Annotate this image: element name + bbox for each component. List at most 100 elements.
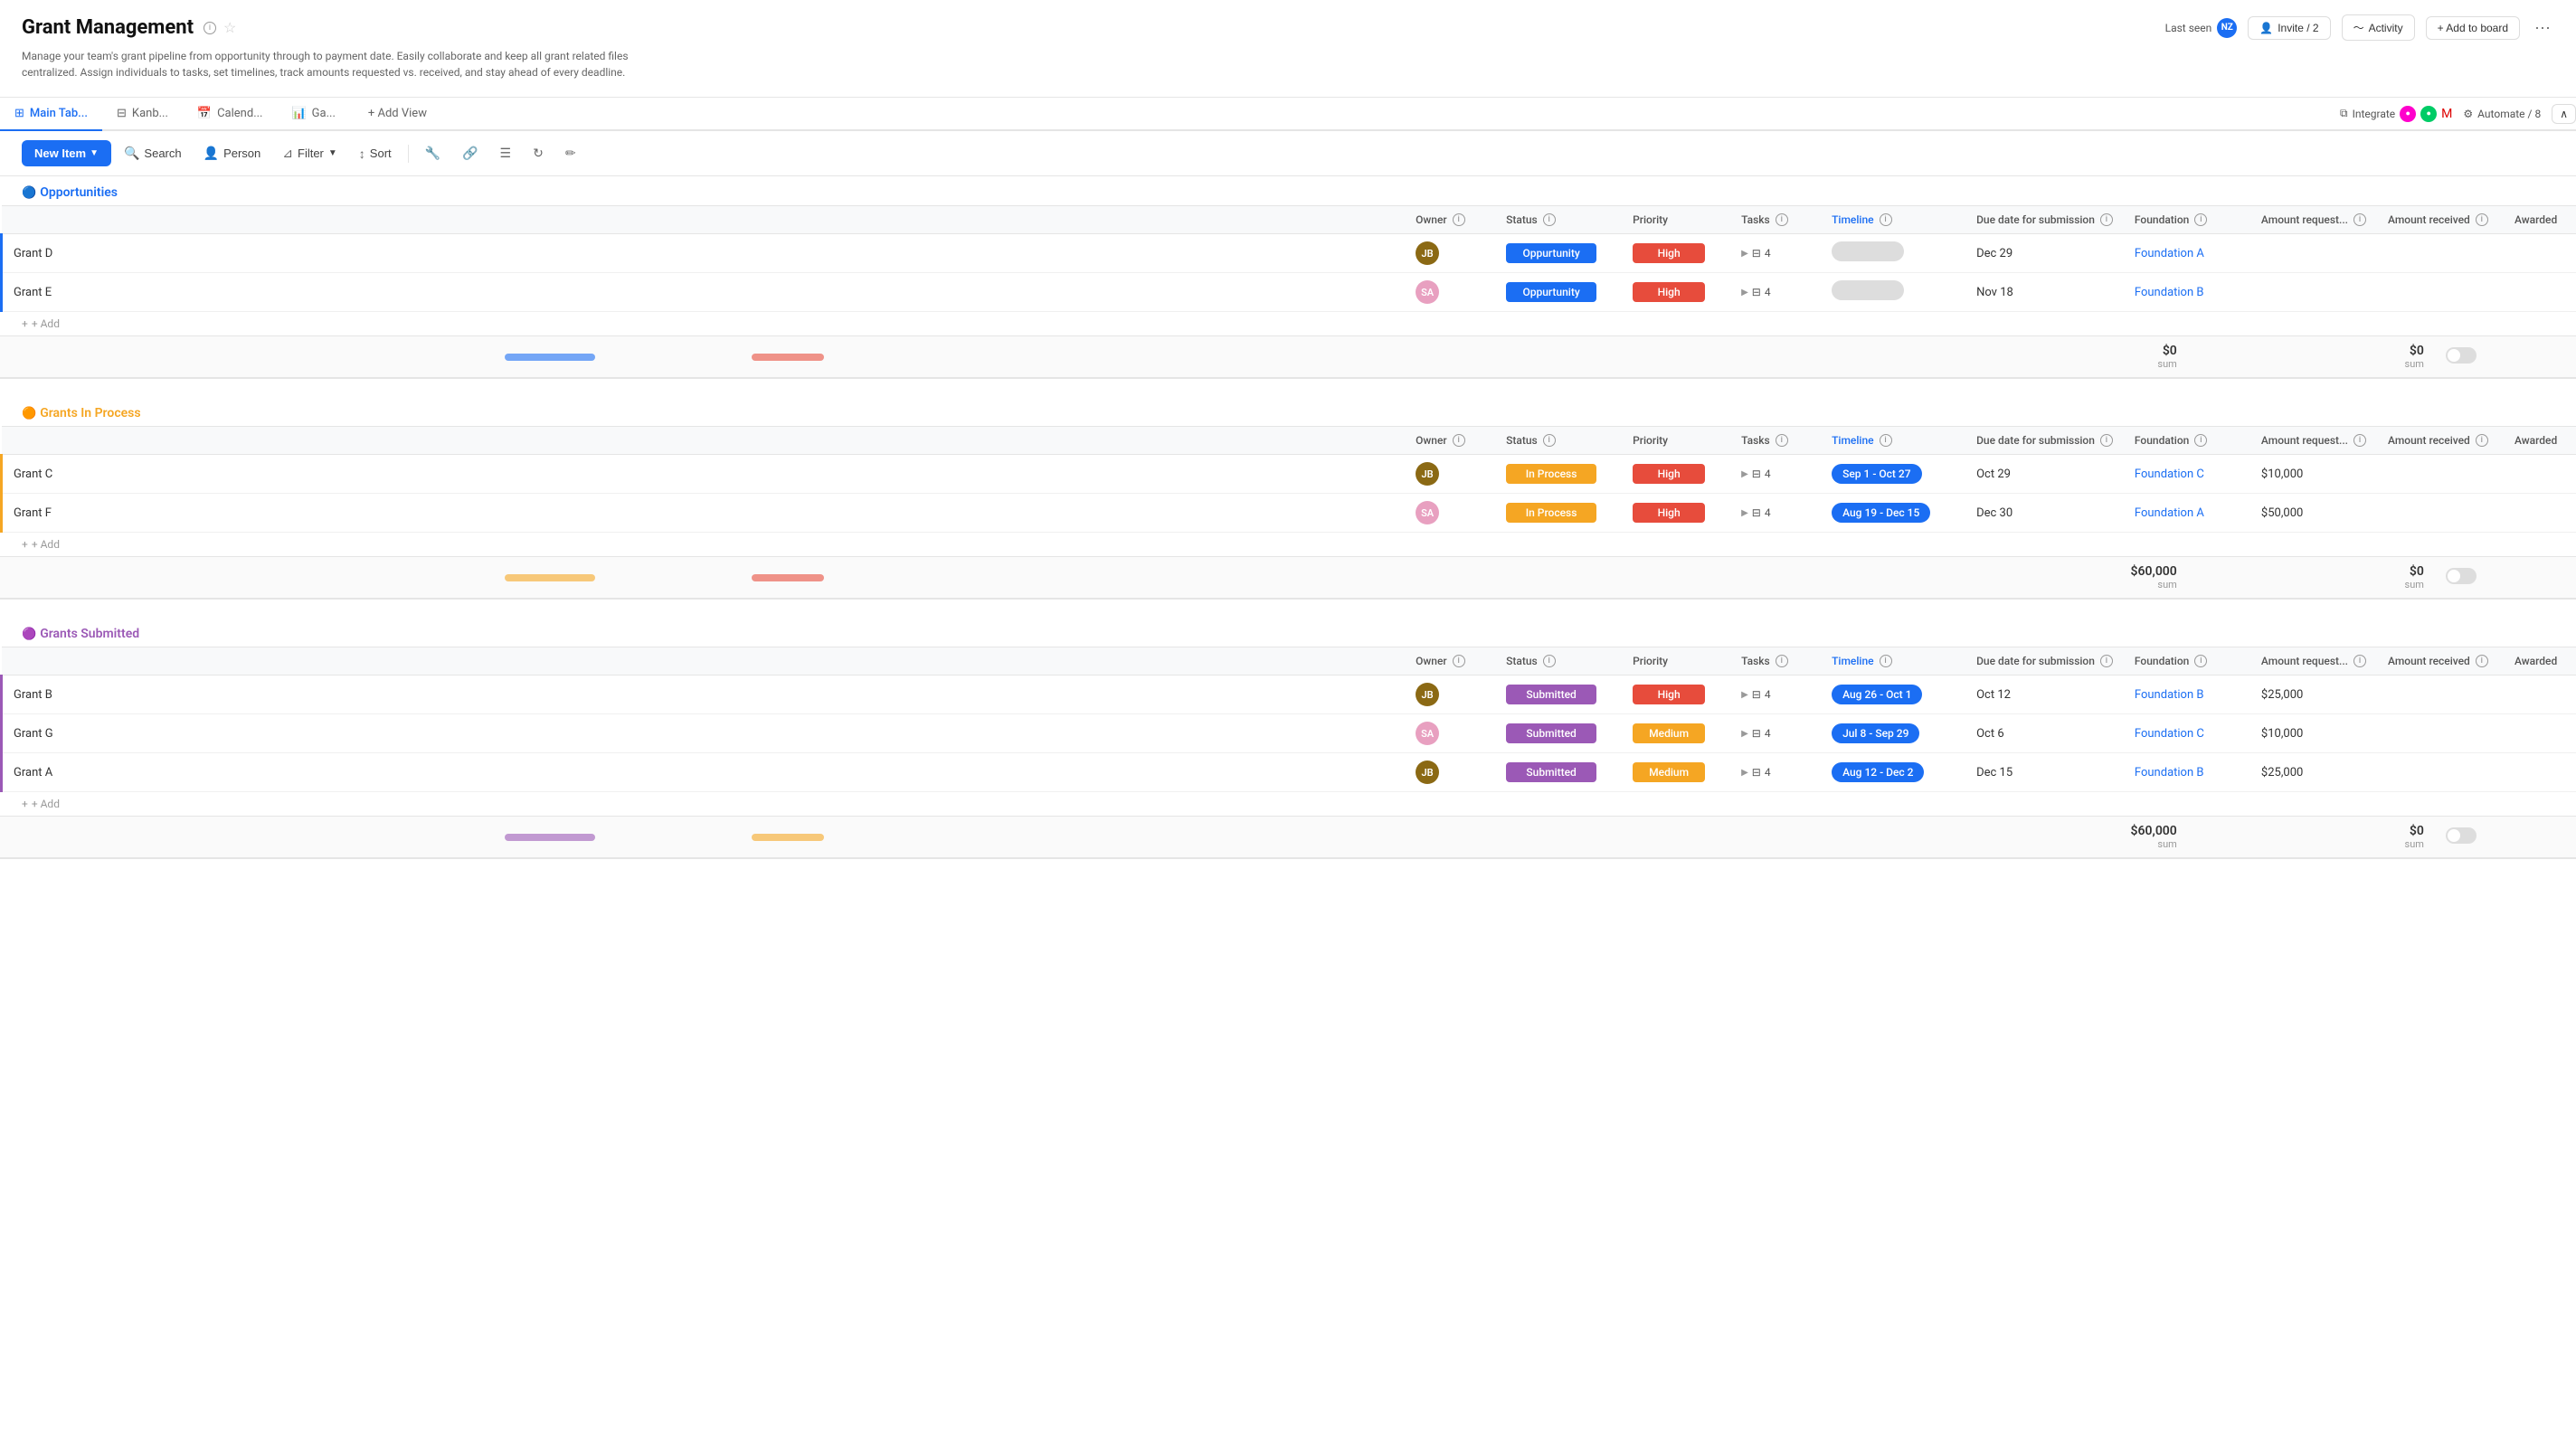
foundation-link[interactable]: Foundation A (2135, 506, 2204, 520)
info-icon[interactable]: i (2100, 655, 2113, 667)
foundation-info-icon[interactable]: i (2194, 213, 2207, 226)
info-icon[interactable]: i (1880, 655, 1892, 667)
section-grants-in-process: 🟠 Grants In Process Owneri Statusi (0, 397, 2576, 600)
task-expand-icon[interactable]: ▶ (1741, 249, 1748, 259)
invite-button[interactable]: 👤 Invite / 2 (2248, 16, 2330, 40)
foundation-link[interactable]: Foundation B (2135, 688, 2204, 702)
task-expand-icon[interactable]: ▶ (1741, 729, 1748, 739)
edit-button[interactable]: ✏ (556, 140, 585, 166)
priority-cell-grant-e[interactable]: High (1622, 273, 1730, 312)
info-icon[interactable]: i (1543, 655, 1556, 667)
new-item-button[interactable]: New Item ▼ (22, 140, 111, 166)
status-cell-grant-e[interactable]: Oppurtunity (1495, 273, 1622, 312)
filter-button[interactable]: ⊿ Filter ▼ (273, 140, 346, 166)
wrench-button[interactable]: 🔧 (416, 140, 450, 166)
priority-cell-grant-f[interactable]: High (1622, 494, 1730, 533)
info-icon[interactable]: i (2476, 655, 2488, 667)
priority-cell-grant-a[interactable]: Medium (1622, 753, 1730, 792)
tasks-cell-grant-c: ▶ ⊟ 4 (1730, 455, 1821, 494)
more-options-button[interactable]: ··· (2531, 14, 2554, 41)
refresh-button[interactable]: ↻ (524, 140, 553, 166)
info-icon[interactable]: i (204, 22, 216, 34)
due-info-icon[interactable]: i (2100, 213, 2113, 226)
tab-calendar[interactable]: 📅 Calend... (183, 98, 278, 131)
status-cell-grant-c[interactable]: In Process (1495, 455, 1622, 494)
status-cell-grant-f[interactable]: In Process (1495, 494, 1622, 533)
priority-cell-grant-d[interactable]: High (1622, 234, 1730, 273)
add-row-submitted[interactable]: + + Add (0, 792, 2576, 816)
status-cell-grant-b[interactable]: Submitted (1495, 675, 1622, 714)
info-icon[interactable]: i (2353, 434, 2366, 447)
foundation-cell-grant-a[interactable]: Foundation B (2124, 753, 2250, 792)
foundation-link[interactable]: Foundation B (2135, 766, 2204, 779)
info-icon[interactable]: i (2100, 434, 2113, 447)
req-info-icon[interactable]: i (2353, 213, 2366, 226)
integrate-button[interactable]: ⧉ Integrate ● ● M (2340, 106, 2452, 122)
footer-row-opportunities: $0 sum $0 sum (0, 336, 2576, 379)
add-row-opportunities[interactable]: + + Add (0, 312, 2576, 335)
collapse-inprocess-button[interactable]: 🟠 (22, 407, 36, 420)
status-cell-grant-g[interactable]: Submitted (1495, 714, 1622, 753)
rows-button[interactable]: ☰ (491, 140, 521, 166)
toggle-awarded-button[interactable] (2446, 827, 2477, 844)
status-cell-grant-d[interactable]: Oppurtunity (1495, 234, 1622, 273)
foundation-cell-grant-f[interactable]: Foundation A (2124, 494, 2250, 533)
tab-gantt[interactable]: 📊 Ga... (277, 98, 349, 131)
foundation-cell-grant-d[interactable]: Foundation A (2124, 234, 2250, 273)
received-info-icon[interactable]: i (2476, 213, 2488, 226)
activity-button[interactable]: 〜 Activity (2342, 14, 2415, 41)
foundation-cell-grant-b[interactable]: Foundation B (2124, 675, 2250, 714)
tasks-info-icon[interactable]: i (1776, 213, 1788, 226)
info-icon[interactable]: i (2353, 655, 2366, 667)
info-icon[interactable]: i (1776, 655, 1788, 667)
info-icon[interactable]: i (2194, 434, 2207, 447)
timeline-info-icon[interactable]: i (1880, 213, 1892, 226)
info-icon[interactable]: i (1453, 434, 1465, 447)
foundation-cell-grant-g[interactable]: Foundation C (2124, 714, 2250, 753)
collapse-opportunities-button[interactable]: 🔵 (22, 186, 36, 200)
info-icon[interactable]: i (1543, 434, 1556, 447)
tab-add-view[interactable]: + Add View (354, 98, 441, 131)
collapse-submitted-button[interactable]: 🟣 (22, 628, 36, 641)
collapse-tabs-button[interactable]: ∧ (2552, 104, 2576, 124)
tab-kanban[interactable]: ⊟ Kanb... (102, 98, 183, 131)
link-button[interactable]: 🔗 (453, 140, 487, 166)
toggle-awarded-button[interactable] (2446, 347, 2477, 364)
priority-cell-grant-c[interactable]: High (1622, 455, 1730, 494)
task-expand-icon[interactable]: ▶ (1741, 768, 1748, 778)
status-cell-grant-a[interactable]: Submitted (1495, 753, 1622, 792)
info-icon[interactable]: i (2194, 655, 2207, 667)
toggle-awarded-button[interactable] (2446, 568, 2477, 584)
owner-avatar: JB (1416, 683, 1439, 706)
owner-info-icon[interactable]: i (1453, 213, 1465, 226)
add-row-inprocess[interactable]: + + Add (0, 533, 2576, 556)
task-expand-icon[interactable]: ▶ (1741, 288, 1748, 298)
priority-cell-grant-b[interactable]: High (1622, 675, 1730, 714)
info-icon[interactable]: i (1776, 434, 1788, 447)
task-grid-icon: ⊟ (1752, 247, 1761, 260)
info-icon[interactable]: i (2476, 434, 2488, 447)
foundation-link[interactable]: Foundation C (2135, 468, 2204, 481)
section-header-opportunities: 🔵 Opportunities (0, 176, 2576, 205)
foundation-link[interactable]: Foundation B (2135, 286, 2204, 299)
info-icon[interactable]: i (1453, 655, 1465, 667)
sort-button[interactable]: ↕ Sort (350, 141, 401, 166)
search-button[interactable]: 🔍 Search (115, 140, 191, 166)
col-header-due-date: Due date for submissioni (1965, 647, 2124, 675)
task-expand-icon[interactable]: ▶ (1741, 508, 1748, 518)
priority-cell-grant-g[interactable]: Medium (1622, 714, 1730, 753)
automate-button[interactable]: ⚙ Automate / 8 (2463, 108, 2541, 120)
add-to-board-button[interactable]: + Add to board (2426, 16, 2520, 40)
foundation-cell-grant-c[interactable]: Foundation C (2124, 455, 2250, 494)
task-expand-icon[interactable]: ▶ (1741, 690, 1748, 700)
status-info-icon[interactable]: i (1543, 213, 1556, 226)
info-icon[interactable]: i (1880, 434, 1892, 447)
task-expand-icon[interactable]: ▶ (1741, 469, 1748, 479)
foundation-cell-grant-e[interactable]: Foundation B (2124, 273, 2250, 312)
star-icon[interactable]: ☆ (223, 19, 236, 36)
foundation-link[interactable]: Foundation A (2135, 247, 2204, 260)
col-header-owner: Owneri (1405, 427, 1495, 455)
person-filter-button[interactable]: 👤 Person (194, 140, 270, 166)
foundation-link[interactable]: Foundation C (2135, 727, 2204, 741)
tab-main-table[interactable]: ⊞ Main Tab... (0, 98, 102, 131)
